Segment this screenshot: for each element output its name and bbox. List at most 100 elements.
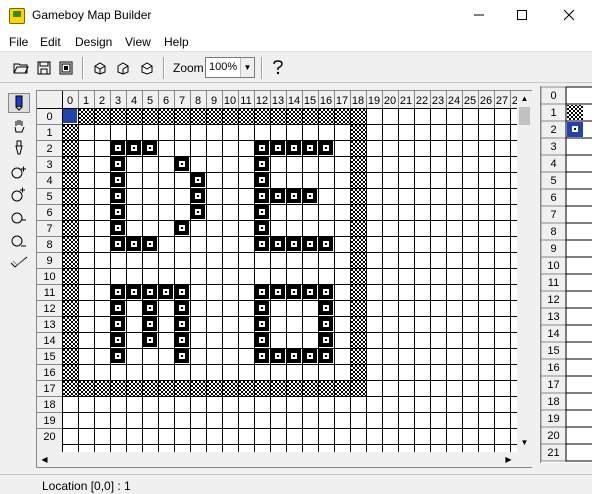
column-header: 16	[320, 95, 332, 107]
menu-design[interactable]: Design	[75, 35, 112, 49]
tile-list-grid[interactable]: 0123456789101112131415161718192021	[541, 86, 592, 463]
map-cell-letter-tile	[175, 157, 189, 171]
question-mark-icon	[273, 60, 283, 75]
menu-file[interactable]: File	[9, 35, 28, 49]
map-cell-border-tile	[238, 380, 254, 396]
map-cell-border-tile	[350, 364, 366, 380]
maximize-button[interactable]	[499, 0, 545, 32]
map-cell-letter-tile	[255, 285, 269, 299]
map-cell-letter-tile	[255, 221, 269, 235]
map-cell-letter-tile	[287, 349, 301, 363]
chevron-left-icon[interactable]: ◀	[37, 452, 52, 467]
map-cell-letter-tile	[319, 349, 333, 363]
tile-index: 17	[547, 379, 559, 391]
tile-slot	[565, 409, 592, 428]
map-cell-letter-tile	[175, 221, 189, 235]
map-cell-letter-tile	[111, 333, 125, 347]
insert-row-button[interactable]	[90, 58, 110, 78]
delete-column-icon	[11, 235, 26, 247]
map-cell-letter-tile	[287, 189, 301, 203]
map-cell-letter-tile	[287, 285, 301, 299]
menu-edit[interactable]: Edit	[40, 35, 61, 49]
map-view[interactable]: 0 1 2 3 4 5 6 7 8 9 10 11 12 13 14 15 16 17 18 19 20 21 22 23 24…	[36, 90, 532, 468]
map-cell-letter-tile	[143, 285, 157, 299]
zoom-select[interactable]: 100% ▼	[205, 57, 255, 78]
map-horizontal-scrollbar[interactable]: ◀ ▶	[37, 452, 517, 467]
map-cell-letter-tile	[143, 317, 157, 331]
map-cell-border-tile	[62, 316, 78, 332]
minimize-button[interactable]	[456, 0, 502, 32]
chevron-down-icon[interactable]: ▼	[240, 58, 254, 77]
map-cell-border-tile	[350, 300, 366, 316]
map-cell-letter-tile	[303, 349, 317, 363]
clear-map-button[interactable]	[137, 58, 157, 78]
insert-column-button[interactable]	[113, 58, 133, 78]
map-cell-border-tile	[286, 108, 302, 124]
tile-slot	[565, 86, 592, 105]
map-cell-border-tile	[254, 380, 270, 396]
context-help-button[interactable]	[268, 58, 288, 78]
tile-slot	[565, 290, 592, 309]
delete-row-tool-button[interactable]	[8, 208, 30, 228]
delete-row-icon	[11, 212, 26, 224]
hand-tool-button[interactable]	[8, 116, 30, 136]
insert-column-tool-button[interactable]	[8, 185, 30, 205]
map-vertical-scrollbar[interactable]: ▲ ▼	[517, 91, 532, 452]
selected-tile	[567, 122, 583, 137]
map-cell-border-tile	[350, 204, 366, 220]
flood-fill-tool-button[interactable]	[8, 252, 30, 272]
tile-index: 14	[547, 328, 559, 340]
open-button[interactable]	[11, 58, 31, 78]
cube-clear-icon	[141, 62, 153, 75]
map-cell-border-tile	[270, 108, 286, 124]
selected-map-cell	[63, 109, 77, 123]
map-cell-letter-tile	[127, 285, 141, 299]
dropper-tool-button[interactable]	[8, 138, 30, 158]
insert-row-tool-button[interactable]	[8, 163, 30, 183]
row-header: 2	[46, 143, 52, 155]
menu-view[interactable]: View	[125, 35, 151, 49]
map-cell-border-tile	[350, 332, 366, 348]
column-header: 22	[416, 95, 428, 107]
column-header: 2	[99, 95, 105, 107]
column-header: 21	[400, 95, 412, 107]
insert-row-icon	[11, 166, 26, 179]
open-folder-icon	[13, 63, 29, 74]
tile-slot	[565, 443, 592, 462]
delete-column-tool-button[interactable]	[8, 230, 30, 250]
map-cell-border-tile	[270, 380, 286, 396]
tile-index: 4	[550, 158, 556, 170]
maximize-icon	[517, 10, 527, 20]
map-cell-border-tile	[334, 108, 350, 124]
map-grid[interactable]: 0 1 2 3 4 5 6 7 8 9 10 11 12 13 14 15 16 17 18 19 20 21 22 23 24…	[37, 91, 518, 453]
save-as-button[interactable]	[56, 58, 76, 78]
map-cell-border-tile	[350, 140, 366, 156]
row-header: 9	[46, 255, 52, 267]
row-header: 3	[46, 159, 52, 171]
map-cell-border-tile	[302, 108, 318, 124]
menu-help[interactable]: Help	[164, 35, 189, 49]
save-button[interactable]	[34, 58, 54, 78]
row-header: 16	[43, 367, 55, 379]
tile-slot	[565, 171, 592, 190]
map-cell-letter-tile	[255, 141, 269, 155]
close-button[interactable]	[546, 0, 592, 32]
map-cell-letter-tile	[175, 285, 189, 299]
tile-slot	[565, 375, 592, 394]
menu-bar: File Edit Design View Help	[0, 32, 592, 52]
column-header: 23	[432, 95, 444, 107]
zoom-label: Zoom	[173, 61, 204, 75]
tile-index: 12	[547, 294, 559, 306]
scroll-thumb[interactable]	[519, 107, 530, 125]
chevron-down-icon[interactable]: ▼	[517, 435, 532, 450]
tile-slot	[565, 239, 592, 258]
map-cell-letter-tile	[319, 285, 333, 299]
map-cell-letter-tile	[143, 141, 157, 155]
chevron-up-icon[interactable]: ▲	[517, 91, 532, 106]
tile-index: 8	[550, 226, 556, 238]
map-cell-letter-tile	[303, 189, 317, 203]
pencil-tool-button[interactable]	[8, 93, 30, 113]
tile-list[interactable]: 0 1 2 3 4 5 6 7 8 9 10 11 12 13 14 15 16 17 18 19 20 21	[540, 86, 592, 463]
chevron-right-icon[interactable]: ▶	[501, 452, 516, 467]
column-header: 10	[224, 95, 236, 107]
